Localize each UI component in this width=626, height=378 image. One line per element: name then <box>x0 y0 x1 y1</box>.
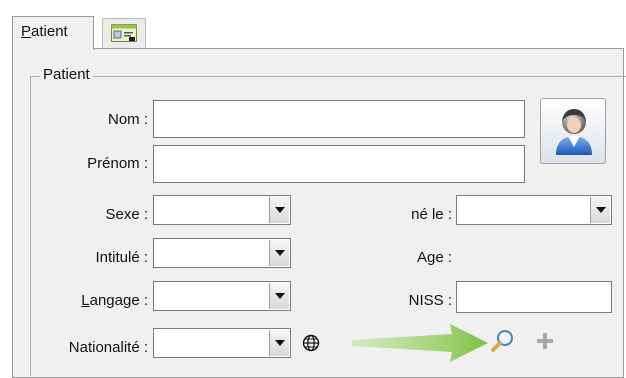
intitule-dropdown-button[interactable] <box>269 240 289 266</box>
plus-icon[interactable] <box>536 332 554 350</box>
chevron-down-icon <box>274 207 285 213</box>
sexe-label: Sexe : <box>105 206 148 223</box>
nationalite-label: Nationalité : <box>68 339 148 356</box>
globe-icon[interactable] <box>302 334 320 352</box>
age-label: Age : <box>416 249 452 266</box>
chevron-down-icon <box>274 250 285 256</box>
id-card-icon <box>111 24 137 42</box>
sexe-dropdown-button[interactable] <box>269 197 289 223</box>
prenom-label: Prénom : <box>87 155 148 172</box>
chevron-down-icon <box>274 340 285 346</box>
niss-label: NISS : <box>408 292 452 309</box>
tab-patient-label: Patient <box>21 23 68 40</box>
chevron-down-icon <box>274 293 285 299</box>
ne-le-label: né le : <box>411 206 452 223</box>
tab-id-card[interactable] <box>102 18 146 48</box>
tab-patient[interactable]: Patient <box>12 16 94 50</box>
prenom-input[interactable] <box>153 145 525 183</box>
nationalite-select[interactable] <box>153 328 291 358</box>
langage-dropdown-button[interactable] <box>269 283 289 309</box>
groupbox-title: Patient <box>40 66 93 83</box>
niss-input[interactable] <box>456 281 612 313</box>
nom-input[interactable] <box>153 100 525 138</box>
nationalite-dropdown-button[interactable] <box>269 330 289 356</box>
sexe-select[interactable] <box>153 195 291 225</box>
search-icon[interactable] <box>490 328 516 354</box>
person-avatar-icon <box>556 109 592 155</box>
ne-le-select[interactable] <box>456 195 612 225</box>
green-arrow-annotation <box>352 324 488 362</box>
nom-label: Nom : <box>107 111 148 128</box>
langage-label: Langage : <box>81 292 148 309</box>
photo-button[interactable] <box>540 98 606 164</box>
ne-le-dropdown-button[interactable] <box>590 197 610 223</box>
intitule-label: Intitulé : <box>95 249 148 266</box>
intitule-select[interactable] <box>153 238 291 268</box>
langage-select[interactable] <box>153 281 291 311</box>
chevron-down-icon <box>595 207 606 213</box>
